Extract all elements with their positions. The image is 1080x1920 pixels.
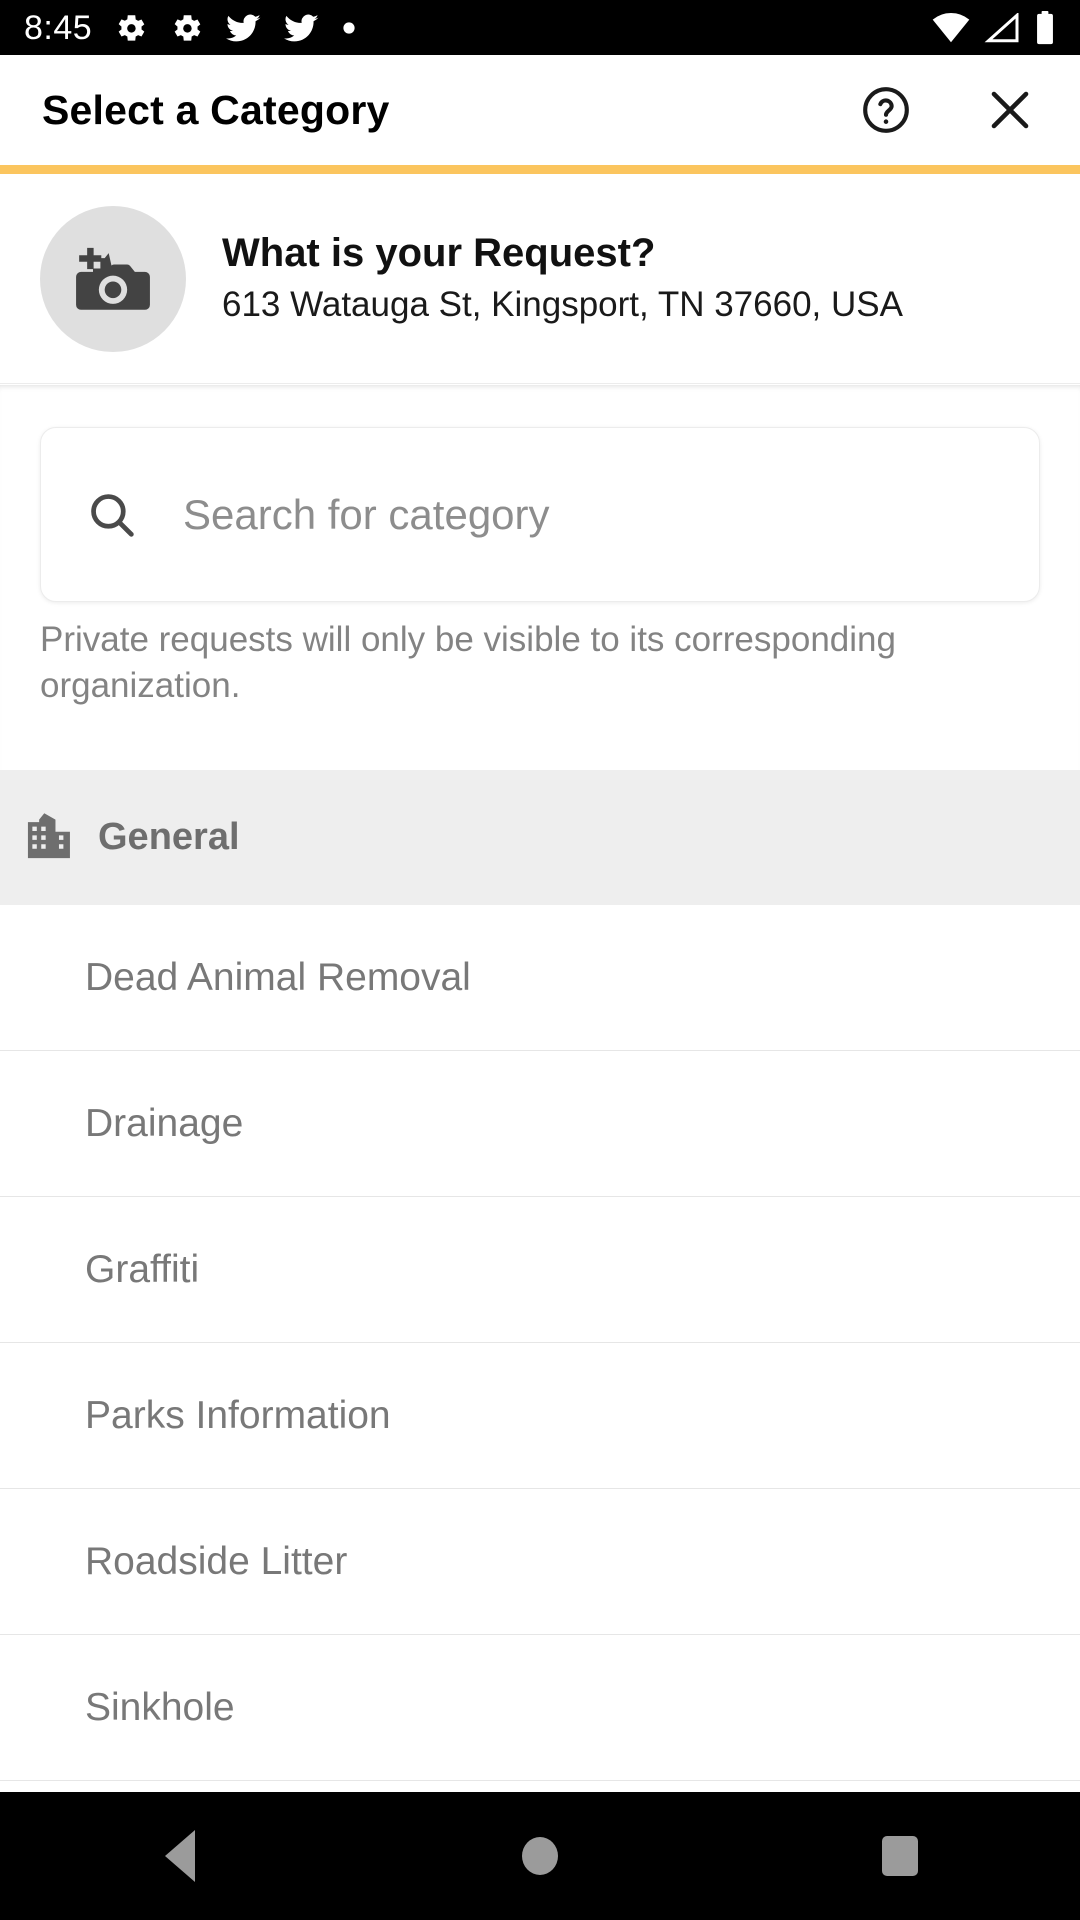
help-circle-icon [863, 87, 909, 133]
home-circle-icon [522, 1837, 558, 1875]
category-list-item[interactable]: Graffiti [0, 1197, 1080, 1343]
gear-icon [118, 14, 145, 41]
status-time: 8:45 [24, 8, 93, 47]
category-item-label: Roadside Litter [85, 1539, 348, 1583]
search-input[interactable]: Search for category [40, 427, 1040, 602]
category-list-item[interactable]: Dead Animal Removal [0, 905, 1080, 1051]
category-list-item[interactable]: Roadside Litter [0, 1489, 1080, 1635]
category-item-label: Dead Animal Removal [85, 955, 471, 999]
recents-square-icon [882, 1836, 918, 1876]
bird-icon [284, 14, 319, 41]
nav-recents-button[interactable] [720, 1836, 1080, 1876]
request-summary-row[interactable]: What is your Request? 613 Watauga St, Ki… [0, 174, 1080, 384]
category-list-item[interactable]: Parks Information [0, 1343, 1080, 1489]
city-buildings-icon [27, 812, 70, 858]
page-title: Select a Category [42, 86, 390, 133]
nav-back-button[interactable] [0, 1830, 360, 1882]
android-navigation-bar [0, 1792, 1080, 1920]
status-bar: 8:45 [0, 0, 1080, 55]
back-triangle-icon [165, 1830, 195, 1882]
dialog-header: Select a Category [0, 55, 1080, 165]
request-address: 613 Watauga St, Kingsport, TN 37660, USA [222, 284, 903, 324]
category-list-item[interactable]: Drainage [0, 1051, 1080, 1197]
search-area: Search for category Private requests wil… [0, 385, 1080, 770]
request-title: What is your Request? [222, 230, 656, 275]
cellular-signal-icon [984, 12, 1019, 42]
category-item-label: Graffiti [85, 1247, 200, 1291]
search-placeholder: Search for category [183, 490, 550, 538]
close-icon [991, 91, 1029, 129]
request-text-block: What is your Request? 613 Watauga St, Ki… [222, 230, 903, 328]
wifi-icon [932, 12, 970, 42]
category-group-header-general: General [0, 770, 1080, 905]
category-list-item[interactable]: Sinkhole [0, 1635, 1080, 1781]
category-item-label: Sinkhole [85, 1685, 235, 1729]
status-bar-left: 8:45 [24, 11, 356, 45]
progress-bar [0, 165, 1080, 174]
search-icon [91, 493, 134, 537]
help-button[interactable] [858, 82, 914, 138]
privacy-note: Private requests will only be visible to… [40, 620, 896, 706]
category-item-label: Drainage [85, 1101, 244, 1145]
header-actions [858, 82, 1038, 138]
bird-icon [226, 14, 261, 41]
category-group-label: General [98, 816, 240, 858]
category-list: Dead Animal Removal Drainage Graffiti Pa… [0, 905, 1080, 1781]
add-photo-camera-icon [76, 247, 150, 310]
app-screen: 8:45 Select a Category What is your Requ… [0, 0, 1080, 1920]
gear-icon [174, 14, 201, 41]
category-item-label: Parks Information [85, 1393, 391, 1437]
nav-home-button[interactable] [360, 1837, 720, 1875]
dot-icon [343, 21, 355, 34]
battery-icon [1037, 10, 1053, 44]
status-bar-right [932, 10, 1056, 45]
close-button[interactable] [982, 82, 1038, 138]
add-photo-button[interactable] [40, 205, 186, 352]
